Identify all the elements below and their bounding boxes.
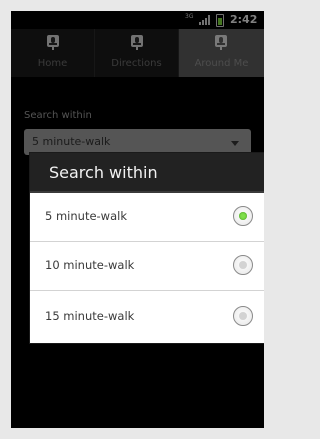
option-label: 10 minute-walk <box>45 258 135 272</box>
radio-unchecked-icon[interactable] <box>233 306 253 326</box>
phone-screen: 3G 2:42 Home Directions Around Me Search… <box>11 11 264 428</box>
dialog-title: Search within <box>49 163 158 182</box>
dialog-title-bar: Search within <box>30 153 264 193</box>
option-5-minute-walk[interactable]: 5 minute-walk <box>30 193 264 242</box>
search-within-dialog: Search within 5 minute-walk 10 minute-wa… <box>30 153 264 343</box>
option-label: 5 minute-walk <box>45 209 127 223</box>
option-15-minute-walk[interactable]: 15 minute-walk <box>30 291 264 343</box>
option-label: 15 minute-walk <box>45 309 135 323</box>
radio-unchecked-icon[interactable] <box>233 255 253 275</box>
option-10-minute-walk[interactable]: 10 minute-walk <box>30 242 264 291</box>
radio-checked-icon[interactable] <box>233 206 253 226</box>
